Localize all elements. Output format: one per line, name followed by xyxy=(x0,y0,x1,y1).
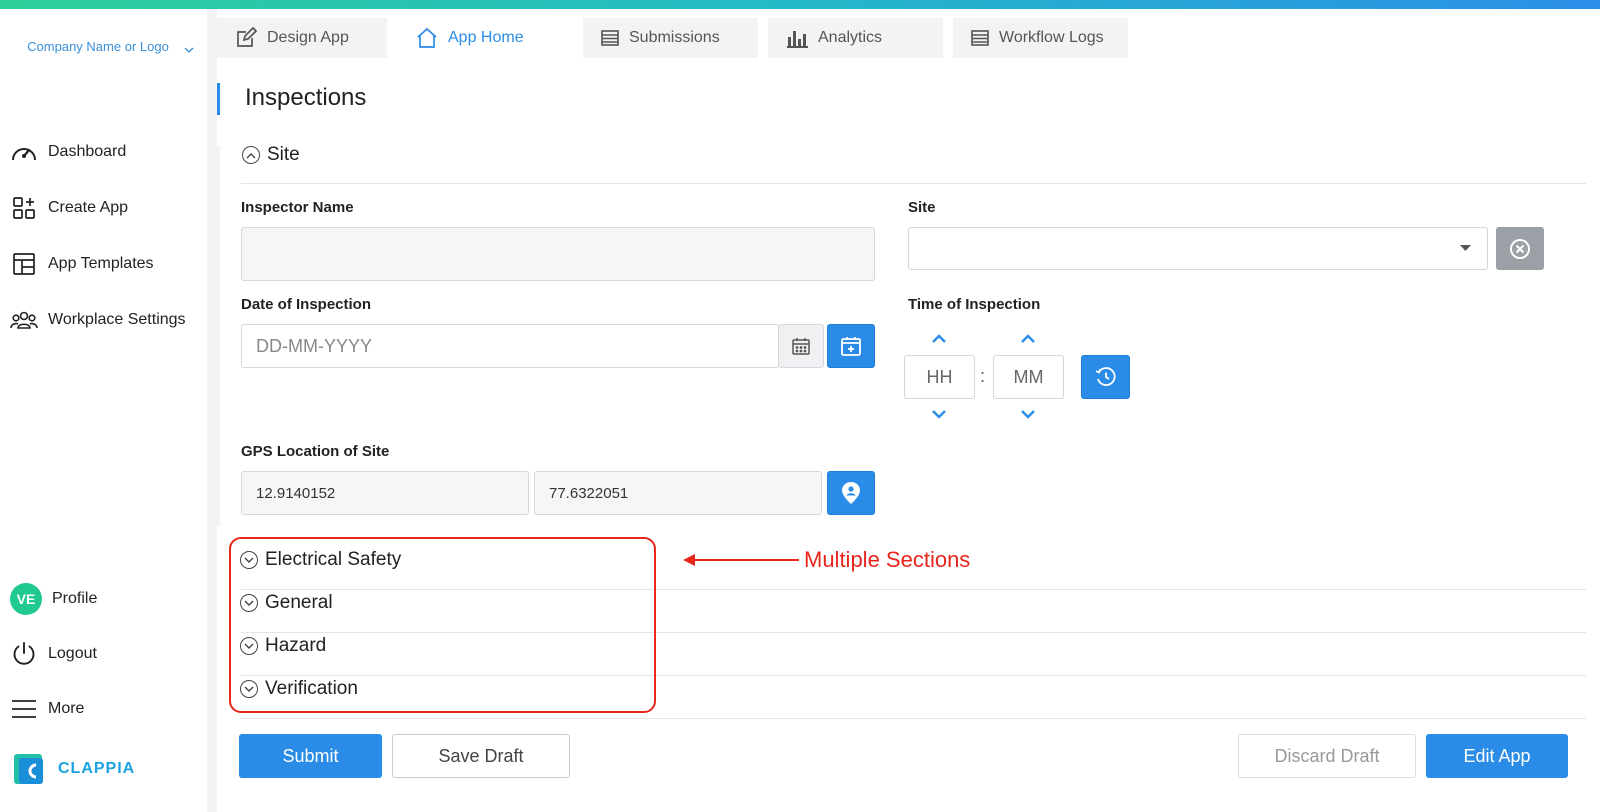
latitude-value: 12.9140152 xyxy=(256,484,336,502)
sidebar-item-label: Profile xyxy=(52,590,98,607)
inspector-name-input[interactable] xyxy=(241,227,875,281)
hour-down-icon[interactable] xyxy=(931,409,947,419)
tab-label: Workflow Logs xyxy=(999,29,1104,46)
edit-app-button[interactable]: Edit App xyxy=(1426,734,1568,778)
list-icon xyxy=(971,30,989,46)
clock-reset-icon xyxy=(1095,367,1116,386)
sidebar-item-label: App Templates xyxy=(48,255,154,272)
tab-app-home[interactable]: App Home xyxy=(398,18,573,58)
sidebar-item-workplace-settings[interactable]: Workplace Settings xyxy=(10,305,186,335)
time-separator: : xyxy=(980,366,986,386)
inspector-name-label: Inspector Name xyxy=(241,199,354,216)
current-time-button[interactable] xyxy=(1081,355,1130,399)
date-input[interactable]: DD-MM-YYYY xyxy=(241,324,779,368)
sidebar-item-label: Logout xyxy=(48,645,97,662)
tab-workflow-logs[interactable]: Workflow Logs xyxy=(953,18,1128,58)
top-gradient-bar xyxy=(0,0,1600,9)
sidebar: Company Name or Logo Dashboard Create Ap… xyxy=(0,9,207,812)
date-placeholder: DD-MM-YYYY xyxy=(256,335,372,356)
locate-button[interactable] xyxy=(827,471,875,515)
hour-placeholder: HH xyxy=(926,366,953,387)
calendar-addon[interactable] xyxy=(778,324,824,368)
company-logo[interactable]: Company Name or Logo xyxy=(18,35,178,58)
sidebar-item-dashboard[interactable]: Dashboard xyxy=(10,137,126,167)
create-app-icon xyxy=(10,194,38,222)
brand: CLAPPIA xyxy=(14,752,135,786)
main-panel: Inspections Site Inspector Name Site Dat… xyxy=(217,58,1600,812)
chevron-up-icon xyxy=(242,146,260,164)
templates-icon xyxy=(10,250,38,278)
section-title: Site xyxy=(267,144,300,165)
avatar: VE xyxy=(10,583,42,615)
tab-label: Design App xyxy=(267,29,349,46)
section-site-header[interactable]: Site xyxy=(242,144,300,166)
home-icon xyxy=(416,28,438,48)
sidebar-item-label: Create App xyxy=(48,199,129,216)
discard-draft-button[interactable]: Discard Draft xyxy=(1238,734,1416,778)
brand-name: CLAPPIA xyxy=(58,760,136,777)
divider xyxy=(241,183,1586,184)
bar-chart-icon xyxy=(786,28,808,48)
tab-label: Submissions xyxy=(629,29,720,46)
minute-input[interactable]: MM xyxy=(993,355,1064,399)
list-icon xyxy=(601,30,619,46)
page-title: Inspections xyxy=(245,84,367,111)
tab-label: App Home xyxy=(448,29,524,46)
site-label: Site xyxy=(908,199,936,216)
users-icon xyxy=(10,306,38,334)
menu-icon xyxy=(10,695,38,723)
annotation-highlight-box xyxy=(229,537,656,713)
tab-analytics[interactable]: Analytics xyxy=(768,18,943,58)
hour-up-icon[interactable] xyxy=(931,334,947,344)
clear-site-button[interactable] xyxy=(1496,227,1544,270)
close-circle-icon xyxy=(1510,238,1530,259)
today-date-button[interactable] xyxy=(827,324,875,368)
dashboard-icon xyxy=(10,138,38,166)
clappia-logo-icon xyxy=(14,752,46,786)
save-draft-button[interactable]: Save Draft xyxy=(392,734,570,778)
chevron-down-icon[interactable] xyxy=(184,47,194,54)
sidebar-item-app-templates[interactable]: App Templates xyxy=(10,249,154,279)
minute-down-icon[interactable] xyxy=(1020,409,1036,419)
longitude-input[interactable]: 77.6322051 xyxy=(534,471,822,515)
calendar-add-icon xyxy=(841,337,861,356)
time-label: Time of Inspection xyxy=(908,296,1041,313)
annotation-label: Multiple Sections xyxy=(804,547,971,572)
power-icon xyxy=(10,640,38,668)
latitude-input[interactable]: 12.9140152 xyxy=(241,471,529,515)
minute-placeholder: MM xyxy=(1013,366,1044,387)
sidebar-item-profile[interactable]: VE Profile xyxy=(10,583,98,615)
annotation-arrow-icon xyxy=(683,554,799,566)
sidebar-item-more[interactable]: More xyxy=(10,694,84,724)
sidebar-item-label: More xyxy=(48,700,85,717)
tab-design-app[interactable]: Design App xyxy=(217,18,387,58)
divider xyxy=(241,718,1586,719)
caret-down-icon xyxy=(1460,245,1471,251)
title-accent-bar xyxy=(217,83,220,115)
sidebar-divider xyxy=(207,9,217,812)
hour-input[interactable]: HH xyxy=(904,355,975,399)
gps-label: GPS Location of Site xyxy=(241,443,390,460)
sidebar-item-logout[interactable]: Logout xyxy=(10,639,97,669)
submit-button[interactable]: Submit xyxy=(239,734,382,778)
calendar-icon xyxy=(792,338,810,355)
site-select[interactable] xyxy=(908,227,1488,270)
minute-up-icon[interactable] xyxy=(1020,334,1036,344)
longitude-value: 77.6322051 xyxy=(549,484,629,502)
edit-icon xyxy=(235,27,257,49)
location-pin-icon xyxy=(842,482,860,504)
sidebar-item-label: Workplace Settings xyxy=(48,311,186,328)
section-gutter xyxy=(217,146,220,526)
date-label: Date of Inspection xyxy=(241,296,372,313)
tab-submissions[interactable]: Submissions xyxy=(583,18,758,58)
tab-label: Analytics xyxy=(818,29,883,46)
sidebar-item-create-app[interactable]: Create App xyxy=(10,193,128,223)
sidebar-item-label: Dashboard xyxy=(48,143,127,160)
